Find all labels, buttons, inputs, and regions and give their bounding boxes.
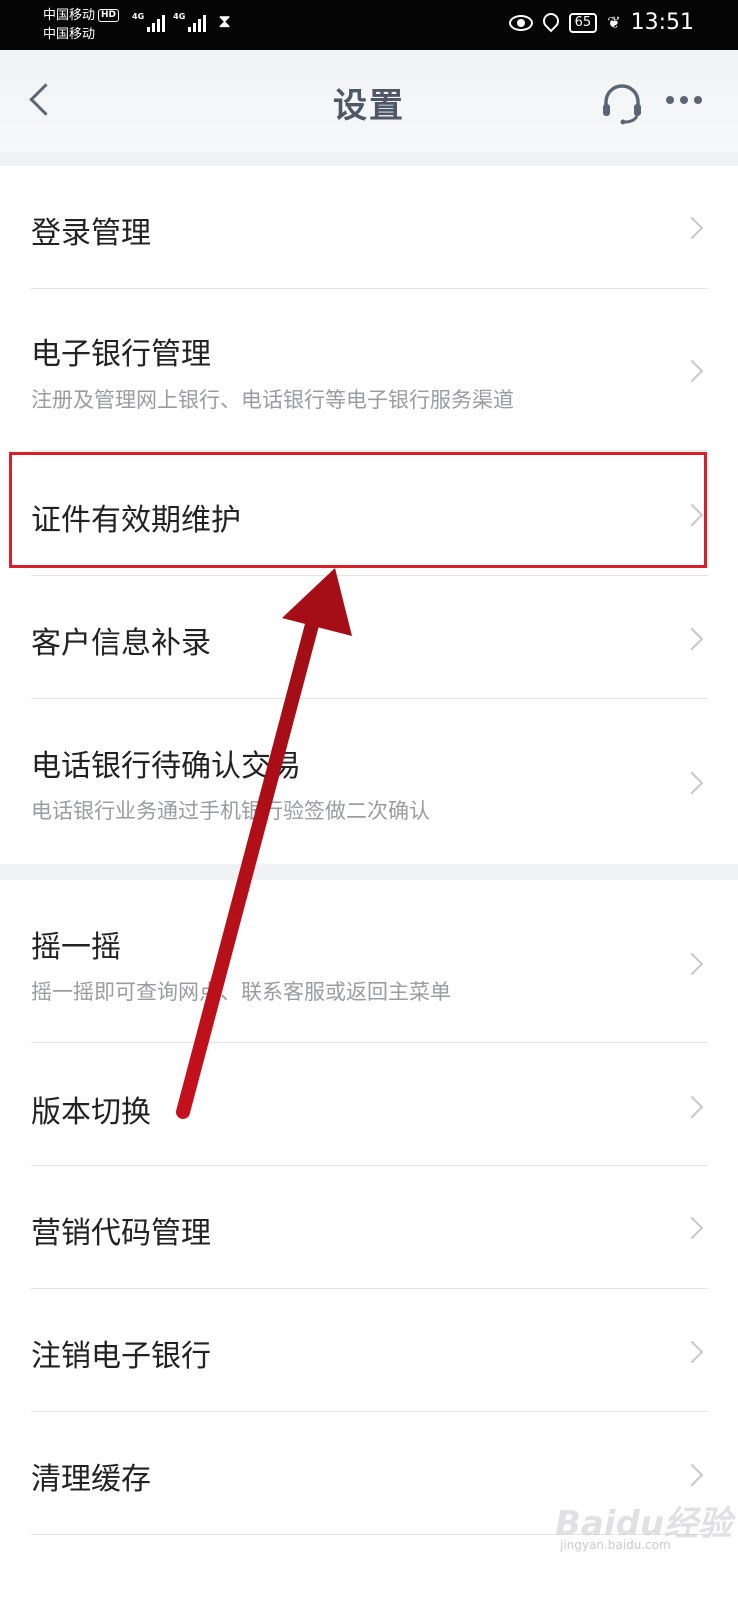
status-right: 65 ❦ 13:51 [508, 9, 694, 35]
menu-item-title: 登录管理 [31, 216, 151, 251]
menu-item-cancel-ebank[interactable]: 注销电子银行 [0, 1289, 738, 1411]
menu-item-customer-info[interactable]: 客户信息补录 [0, 576, 738, 698]
menu-item-login[interactable]: 登录管理 [0, 166, 738, 288]
menu-item-phone-pending[interactable]: 电话银行待确认交易 电话银行业务通过手机银行验签做二次确认 [0, 699, 738, 864]
menu-item-ebank[interactable]: 电子银行管理 注册及管理网上银行、电话银行等电子银行服务渠道 [0, 289, 738, 450]
menu-item-title: 版本切换 [31, 1095, 151, 1130]
menu-item-title: 电话银行待确认交易 [31, 749, 301, 784]
signal-indicators: 4G 4G ⧗ [132, 12, 231, 32]
chevron-right-icon [680, 1463, 704, 1487]
clock: 13:51 [630, 10, 694, 35]
menu-item-title: 注销电子银行 [31, 1339, 211, 1374]
signal-1-label: 4G [132, 12, 145, 21]
signal-1-icon: 4G [132, 12, 166, 32]
leaf-icon: ❦ [607, 13, 621, 32]
hd-badge: HD [98, 9, 120, 22]
menu-item-title: 清理缓存 [31, 1462, 151, 1497]
chevron-right-icon [680, 1216, 704, 1240]
menu-item-version[interactable]: 版本切换 [0, 1043, 738, 1165]
signal-2-label: 4G [173, 12, 186, 21]
status-bar: 中国移动 HD 中国移动 4G 4G ⧗ 65 ❦ 13:51 [0, 0, 738, 50]
menu-item-title: 摇一摇 [31, 930, 121, 965]
menu-item-shake[interactable]: 摇一摇 摇一摇即可查询网点、联系客服或返回主菜单 [0, 880, 738, 1042]
menu-item-subtitle: 注册及管理网上银行、电话银行等电子银行服务渠道 [31, 388, 514, 412]
chevron-right-icon [680, 627, 704, 651]
section-separator [0, 864, 738, 880]
carrier-2: 中国移动 [43, 27, 96, 42]
nav-header: 设置 [0, 50, 738, 152]
chevron-right-icon [680, 503, 704, 527]
carrier-1: 中国移动 [43, 8, 96, 23]
menu-item-id-validity[interactable]: 证件有效期维护 [0, 451, 738, 575]
menu-item-title: 客户信息补录 [31, 626, 211, 661]
chevron-right-icon [680, 216, 704, 240]
chevron-right-icon [680, 1095, 704, 1119]
menu-item-subtitle: 摇一摇即可查询网点、联系客服或返回主菜单 [31, 980, 451, 1004]
hourglass-icon: ⧗ [218, 11, 231, 32]
battery-indicator: 65 [568, 12, 598, 33]
menu-item-title: 营销代码管理 [31, 1216, 211, 1251]
more-icon[interactable] [664, 90, 704, 110]
chevron-right-icon [680, 952, 704, 976]
section-separator [0, 152, 738, 166]
headset-icon[interactable] [600, 82, 644, 126]
watermark-url: jingyan.baidu.com [560, 1538, 671, 1552]
menu-item-subtitle: 电话银行业务通过手机银行验签做二次确认 [31, 799, 430, 823]
chevron-right-icon [680, 1340, 704, 1364]
signal-2-icon: 4G [173, 12, 207, 32]
menu-item-title: 电子银行管理 [31, 337, 211, 372]
chevron-right-icon [680, 359, 704, 383]
carrier-info: 中国移动 HD 中国移动 [43, 6, 120, 44]
location-icon [539, 9, 562, 32]
chevron-right-icon [680, 771, 704, 795]
menu-item-marketing-code[interactable]: 营销代码管理 [0, 1166, 738, 1288]
eye-icon [508, 14, 533, 31]
menu-item-title: 证件有效期维护 [31, 503, 241, 538]
